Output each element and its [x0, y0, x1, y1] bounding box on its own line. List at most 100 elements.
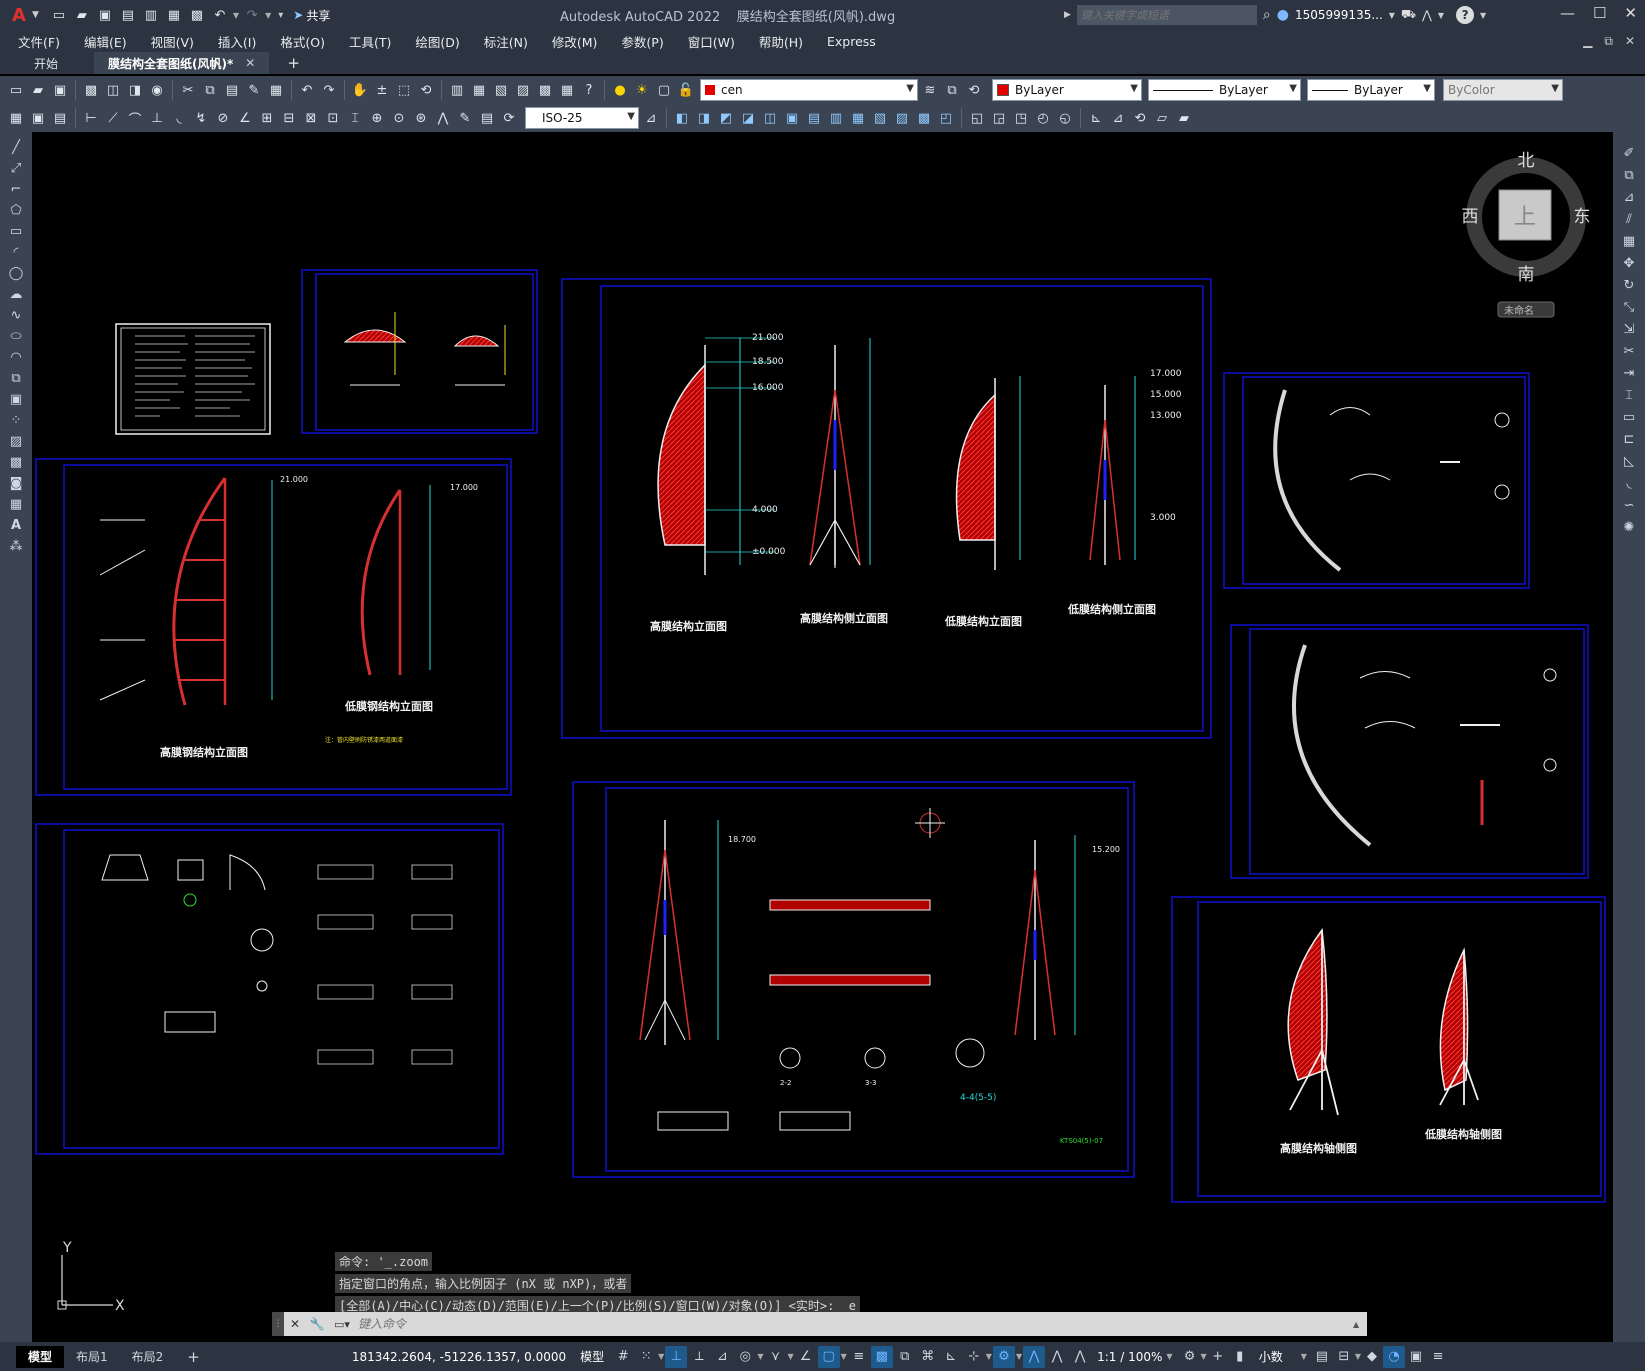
line-icon[interactable]: ╱	[5, 138, 27, 157]
help-icon[interactable]: ?	[579, 80, 599, 100]
trim-icon[interactable]: ✂	[1618, 342, 1640, 361]
dim-edit-icon[interactable]: ✎	[455, 108, 475, 128]
extrude-faces-icon[interactable]: ◪	[738, 108, 758, 128]
shell-icon[interactable]: ◴	[1033, 108, 1053, 128]
center-mark-icon[interactable]: ⊙	[389, 108, 409, 128]
annotation-monitor-icon[interactable]: ⋀	[1069, 1346, 1091, 1368]
chamfer-icon[interactable]: ◺	[1618, 452, 1640, 471]
new-file-icon[interactable]: ▭	[49, 5, 69, 25]
stretch-icon[interactable]: ⇲	[1618, 320, 1640, 339]
command-scroll-icon[interactable]: ▲	[1353, 1320, 1367, 1329]
drawing-canvas[interactable]: 21.000 18.500 16.000 4.000 ±0.000 17.000…	[32, 132, 1613, 1342]
share-button[interactable]: ➤ 共享	[293, 7, 330, 24]
dim-aligned-icon[interactable]: ⟋	[103, 108, 123, 128]
search-expand-icon[interactable]: ▶	[1064, 10, 1071, 20]
units-dropdown-icon[interactable]: ▼	[1301, 1352, 1307, 1361]
gizmo-icon[interactable]: ⊹	[963, 1346, 985, 1368]
recent-commands-icon[interactable]: ▭▾	[328, 1318, 356, 1331]
ucs-face-icon[interactable]: ▱	[1152, 108, 1172, 128]
dimstyle-manager-icon[interactable]: ⊿	[641, 108, 661, 128]
rectangle-icon[interactable]: ▭	[5, 222, 27, 241]
matchprop-icon[interactable]: ✎	[244, 80, 264, 100]
tab-layout2[interactable]: 布局2	[120, 1346, 176, 1368]
erase-icon[interactable]: ✐	[1618, 144, 1640, 163]
array-icon[interactable]: ▦	[1618, 232, 1640, 251]
isodraft-dropdown-icon[interactable]: ▼	[787, 1352, 793, 1361]
copy-icon[interactable]: ⧉	[200, 80, 220, 100]
units-value[interactable]: 小数	[1259, 1348, 1283, 1365]
redo-icon[interactable]: ↷	[242, 5, 262, 25]
auto-scale-icon[interactable]: ⋀	[1046, 1346, 1068, 1368]
tab-start[interactable]: 开始	[20, 52, 72, 74]
doc-restore-icon[interactable]: ⧉	[1604, 34, 1613, 49]
polygon-icon[interactable]: ⬠	[5, 201, 27, 220]
toolpalettes-icon[interactable]: ▧	[491, 80, 511, 100]
menu-format[interactable]: 格式(O)	[268, 32, 337, 51]
table-icon[interactable]: ▦	[5, 495, 27, 514]
imprint-icon[interactable]: ◱	[967, 108, 987, 128]
osnap-icon[interactable]: ▢	[817, 1345, 840, 1368]
break-at-point-icon[interactable]: ⌶	[1618, 386, 1640, 405]
dim-update-icon[interactable]: ⟳	[499, 108, 519, 128]
3dprint-icon[interactable]: ◉	[147, 80, 167, 100]
help-icon[interactable]: ?	[1456, 6, 1475, 24]
annotation-dropdown-icon[interactable]: ▼	[1016, 1352, 1022, 1361]
move-faces-icon[interactable]: ◫	[760, 108, 780, 128]
gradient-icon[interactable]: ▩	[5, 453, 27, 472]
quick-properties-icon[interactable]: ▤	[1311, 1346, 1333, 1368]
block-icon[interactable]: ▣	[28, 108, 48, 128]
doc-minimize-icon[interactable]: ▁	[1583, 34, 1592, 49]
coordinates-readout[interactable]: 181342.2604, -51226.1357, 0.0000	[352, 1350, 566, 1364]
copy-object-icon[interactable]: ⧉	[1618, 166, 1640, 185]
designcenter-icon[interactable]: ▦	[469, 80, 489, 100]
dim-continue-icon[interactable]: ⊠	[301, 108, 321, 128]
dimtedit-icon[interactable]: ▤	[477, 108, 497, 128]
command-grip-icon[interactable]: ⋮	[272, 1312, 284, 1336]
taper-faces-icon[interactable]: ▦	[848, 108, 868, 128]
gizmo-dropdown-icon[interactable]: ▼	[986, 1352, 992, 1361]
block-editor-icon[interactable]: ▦	[266, 80, 286, 100]
menu-draw[interactable]: 绘图(D)	[403, 32, 471, 51]
dim-space-icon[interactable]: ⊡	[323, 108, 343, 128]
fillet-icon[interactable]: ◟	[1618, 474, 1640, 493]
menu-parametric[interactable]: 参数(P)	[609, 32, 675, 51]
menu-file[interactable]: 文件(F)	[6, 32, 72, 51]
ucs-dynamic-icon[interactable]: ⊾	[940, 1346, 962, 1368]
make-current-icon[interactable]: ⧉	[942, 80, 962, 100]
tab-close-icon[interactable]: ✕	[245, 56, 255, 70]
restore-icon[interactable]: ☐	[1593, 4, 1606, 22]
ortho-icon[interactable]: ⊿	[711, 1346, 733, 1368]
dim-radius-icon[interactable]: ◟	[169, 108, 189, 128]
zoom-realtime-icon[interactable]: ±	[372, 80, 392, 100]
scale-dropdown-icon[interactable]: ▼	[1166, 1352, 1172, 1361]
zoom-window-icon[interactable]: ⬚	[394, 80, 414, 100]
open-file-icon[interactable]: ▰	[72, 5, 92, 25]
offset-faces-icon[interactable]: ▣	[782, 108, 802, 128]
plus-icon[interactable]: +	[1207, 1346, 1229, 1368]
snap-icon[interactable]: ⁙	[635, 1346, 657, 1368]
separate-icon[interactable]: ◳	[1011, 108, 1031, 128]
lock-ui-icon[interactable]: ⊟	[1333, 1346, 1355, 1368]
clean-icon[interactable]: ◲	[989, 108, 1009, 128]
insert-icon[interactable]: ▦	[6, 108, 26, 128]
properties-icon[interactable]: ▥	[447, 80, 467, 100]
rotate-faces-icon[interactable]: ▥	[826, 108, 846, 128]
model-space-toggle[interactable]: 模型	[580, 1348, 604, 1365]
plot-icon[interactable]: ▩	[187, 5, 207, 25]
command-customize-icon[interactable]: 🔧	[306, 1317, 328, 1331]
plotstyle-combo[interactable]: ByColor ▼	[1443, 79, 1563, 101]
dim-diameter-icon[interactable]: ⊘	[213, 108, 233, 128]
infer-constraints-icon[interactable]: ⊥	[665, 1345, 688, 1368]
add-layout-button[interactable]: +	[175, 1346, 212, 1368]
attdef-icon[interactable]: ▤	[50, 108, 70, 128]
model-space[interactable]: 21.000 18.500 16.000 4.000 ±0.000 17.000…	[32, 132, 1613, 1342]
redo-dropdown-icon[interactable]: ▼	[265, 11, 271, 20]
paste-icon[interactable]: ▤	[222, 80, 242, 100]
move-icon[interactable]: ✥	[1618, 254, 1640, 273]
preview-icon[interactable]: ◫	[103, 80, 123, 100]
search-input[interactable]	[1076, 5, 1257, 25]
undo-icon[interactable]: ↶	[210, 5, 230, 25]
menu-view[interactable]: 视图(V)	[139, 32, 206, 51]
save-icon[interactable]: ▣	[95, 5, 115, 25]
command-input[interactable]	[356, 1313, 1353, 1335]
